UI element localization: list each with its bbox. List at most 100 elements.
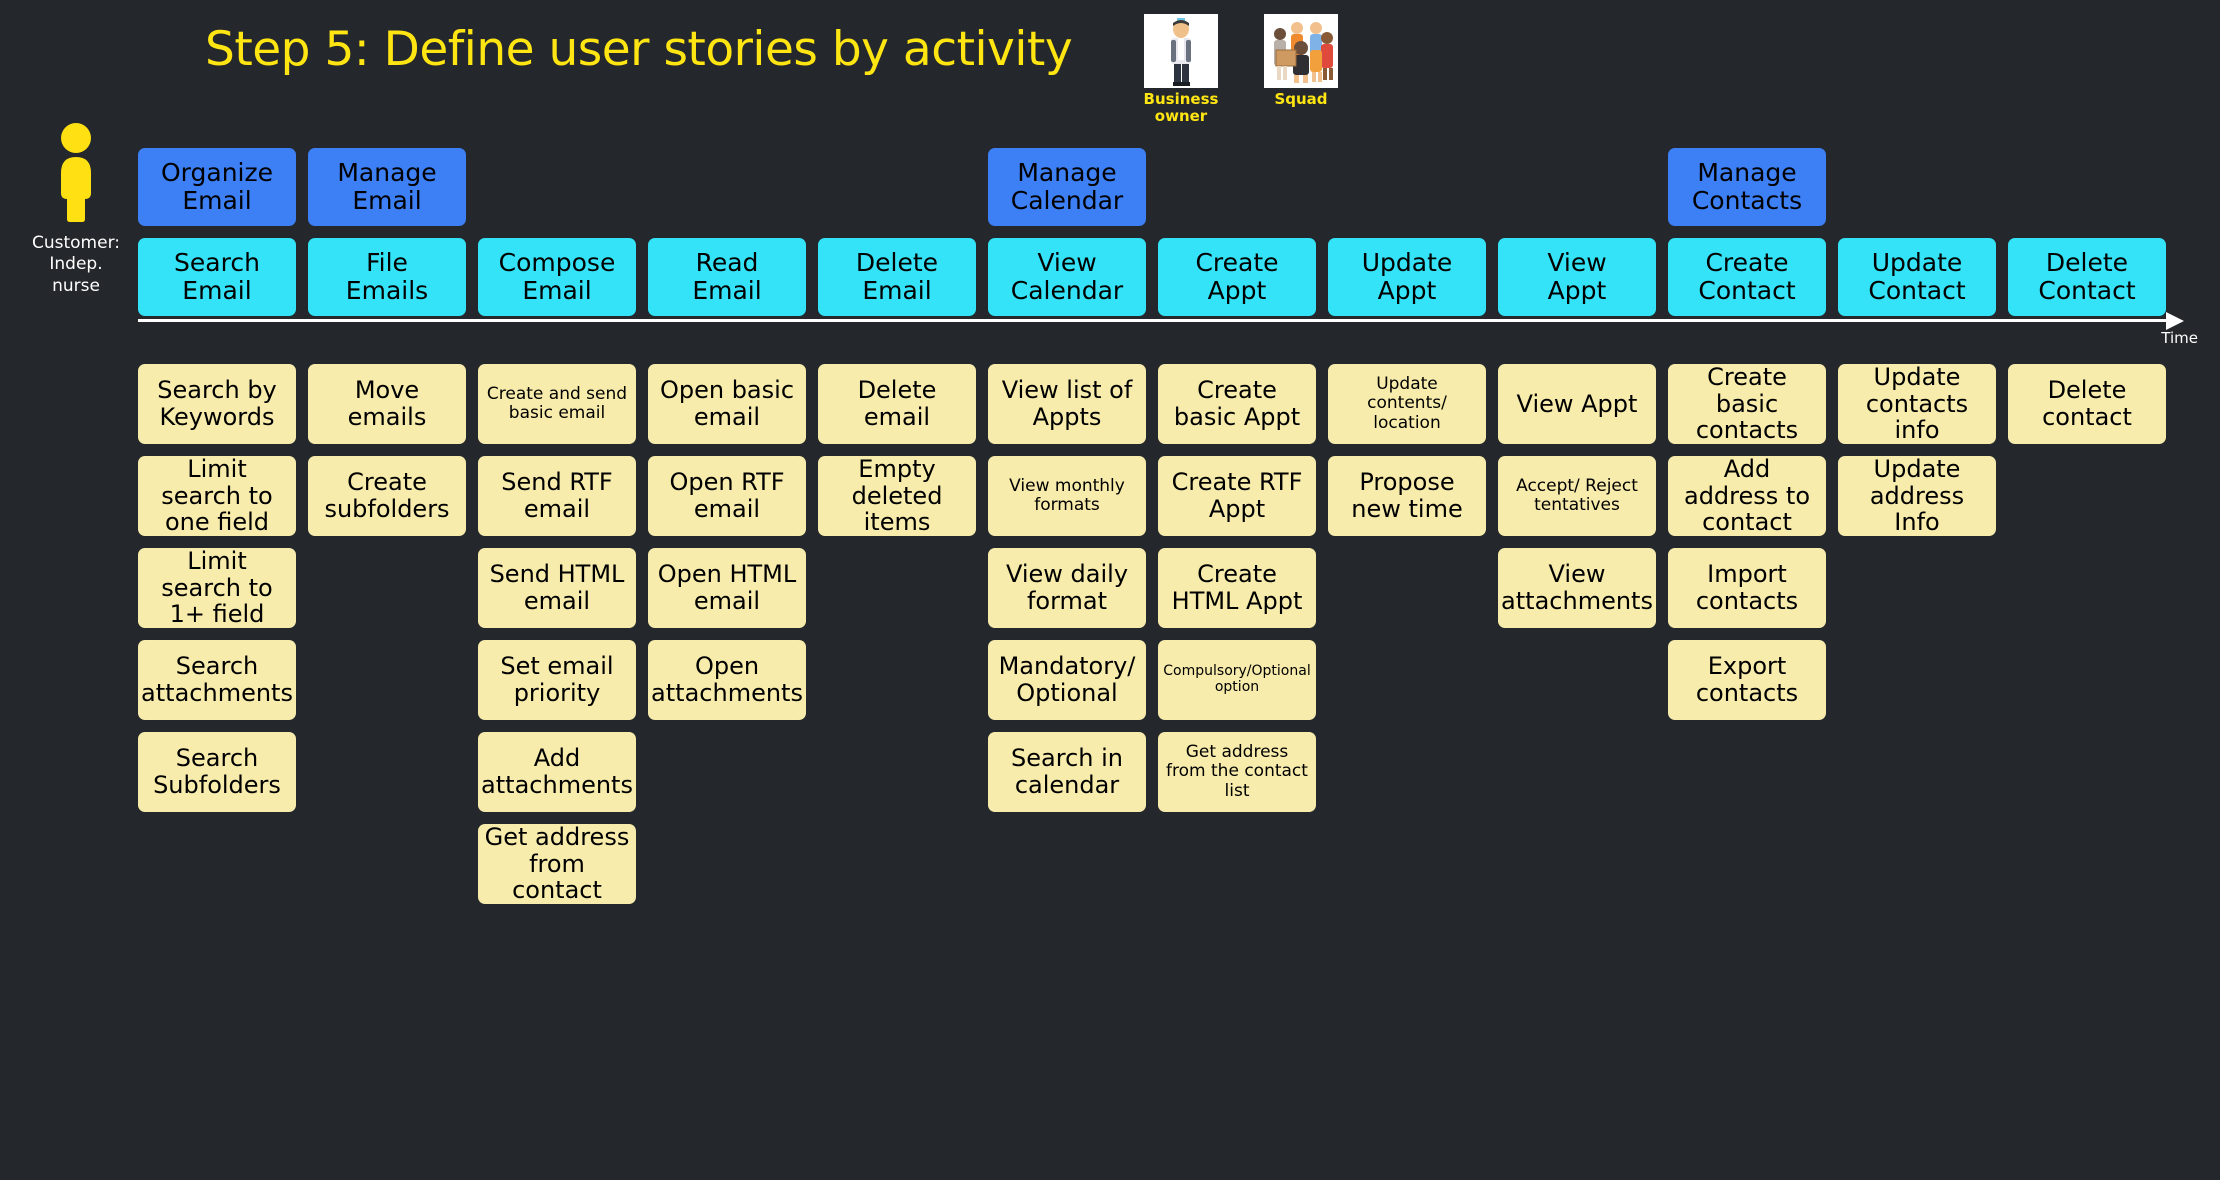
story-cell [1838, 640, 1996, 720]
story-card[interactable]: View list of Appts [988, 364, 1146, 444]
story-card[interactable]: Create subfolders [308, 456, 466, 536]
story-cell: Import contacts [1668, 548, 1826, 628]
story-cell [1838, 548, 1996, 628]
story-card[interactable]: Search attachments [138, 640, 296, 720]
story-card[interactable]: Open attachments [648, 640, 806, 720]
customer-persona-label: Customer: Indep. nurse [31, 233, 120, 296]
story-cell [1668, 824, 1826, 904]
story-row: Search by Keywords Move emails Create and … [138, 364, 2200, 444]
story-card[interactable]: Set email priority [478, 640, 636, 720]
task-card[interactable]: Update Appt [1328, 238, 1486, 316]
activity-card-placeholder [1838, 148, 1996, 226]
story-card[interactable]: Export contacts [1668, 640, 1826, 720]
story-card[interactable]: View daily format [988, 548, 1146, 628]
story-cell [308, 732, 466, 812]
story-card[interactable]: Compulsory/Optional option [1158, 640, 1316, 720]
task-cell: View Calendar [988, 238, 1146, 316]
story-card-placeholder [1328, 824, 1486, 904]
persona-squad: Squad [1260, 14, 1342, 108]
story-card[interactable]: Search in calendar [988, 732, 1146, 812]
story-card[interactable]: Open RTF email [648, 456, 806, 536]
story-cell: Search attachments [138, 640, 296, 720]
story-cell [1328, 824, 1486, 904]
story-card[interactable]: Propose new time [1328, 456, 1486, 536]
task-card[interactable]: View Calendar [988, 238, 1146, 316]
task-card[interactable]: File Emails [308, 238, 466, 316]
story-card[interactable]: Update contacts info [1838, 364, 1996, 444]
story-row: Limit search to 1+ field Send HTML email O… [138, 548, 2200, 628]
task-cell: Create Appt [1158, 238, 1316, 316]
story-cell: View Appt [1498, 364, 1656, 444]
story-cell [1498, 824, 1656, 904]
story-cell: Compulsory/Optional option [1158, 640, 1316, 720]
task-card[interactable]: View Appt [1498, 238, 1656, 316]
task-card[interactable]: Create Contact [1668, 238, 1826, 316]
story-cell: Export contacts [1668, 640, 1826, 720]
story-card[interactable]: Import contacts [1668, 548, 1826, 628]
activity-card[interactable]: Manage Contacts [1668, 148, 1826, 226]
task-card[interactable]: Read Email [648, 238, 806, 316]
story-card[interactable]: Limit search to one field [138, 456, 296, 536]
activity-card-placeholder [818, 148, 976, 226]
task-cell: Update Contact [1838, 238, 1996, 316]
story-card-placeholder [648, 732, 806, 812]
story-card-placeholder [2008, 456, 2166, 536]
story-cell [818, 548, 976, 628]
task-card[interactable]: Delete Contact [2008, 238, 2166, 316]
story-cell [818, 824, 976, 904]
task-cell: Delete Contact [2008, 238, 2166, 316]
task-card[interactable]: Search Email [138, 238, 296, 316]
story-cell: Add attachments [478, 732, 636, 812]
story-card[interactable]: View monthly formats [988, 456, 1146, 536]
story-card[interactable]: Create HTML Appt [1158, 548, 1316, 628]
story-card[interactable]: Update address Info [1838, 456, 1996, 536]
story-card[interactable]: Get address from the contact list [1158, 732, 1316, 812]
story-card[interactable]: Create RTF Appt [1158, 456, 1316, 536]
story-cell [2008, 640, 2166, 720]
story-card[interactable]: Search Subfolders [138, 732, 296, 812]
activity-card[interactable]: Organize Email [138, 148, 296, 226]
story-card[interactable]: Get address from contact [478, 824, 636, 904]
story-card[interactable]: View attachments [1498, 548, 1656, 628]
story-row: Limit search to one field Create subfolde… [138, 456, 2200, 536]
story-card[interactable]: Send HTML email [478, 548, 636, 628]
story-card[interactable]: View Appt [1498, 364, 1656, 444]
story-card[interactable]: Delete contact [2008, 364, 2166, 444]
story-card[interactable]: Create and send basic email [478, 364, 636, 444]
activity-cell [648, 148, 806, 226]
story-card[interactable]: Accept/ Reject tentatives [1498, 456, 1656, 536]
story-card[interactable]: Update contents/ location [1328, 364, 1486, 444]
story-card[interactable]: Create basic contacts [1668, 364, 1826, 444]
story-cell [308, 824, 466, 904]
story-cell [308, 640, 466, 720]
story-card[interactable]: Move emails [308, 364, 466, 444]
task-card[interactable]: Compose Email [478, 238, 636, 316]
story-card[interactable]: Create basic Appt [1158, 364, 1316, 444]
story-card[interactable]: Delete email [818, 364, 976, 444]
story-cell: View attachments [1498, 548, 1656, 628]
task-card[interactable]: Create Appt [1158, 238, 1316, 316]
squad-group-figure-icon [1264, 14, 1338, 88]
story-card[interactable]: Add address to contact [1668, 456, 1826, 536]
story-card[interactable]: Open HTML email [648, 548, 806, 628]
story-cell [1838, 732, 1996, 812]
task-card[interactable]: Update Contact [1838, 238, 1996, 316]
story-card-placeholder [308, 640, 466, 720]
story-card-placeholder [2008, 824, 2166, 904]
activity-card[interactable]: Manage Calendar [988, 148, 1146, 226]
story-card[interactable]: Empty deleted items [818, 456, 976, 536]
story-card[interactable]: Limit search to 1+ field [138, 548, 296, 628]
story-cell [1328, 640, 1486, 720]
story-card[interactable]: Search by Keywords [138, 364, 296, 444]
story-card[interactable]: Open basic email [648, 364, 806, 444]
task-card[interactable]: Delete Email [818, 238, 976, 316]
story-cell [2008, 732, 2166, 812]
story-cell: Limit search to one field [138, 456, 296, 536]
task-row: Search Email File Emails Compose Email Read Ema… [138, 238, 2200, 316]
story-card[interactable]: Send RTF email [478, 456, 636, 536]
story-card-placeholder [308, 548, 466, 628]
story-card[interactable]: Add attachments [478, 732, 636, 812]
story-card-placeholder [1498, 732, 1656, 812]
story-card[interactable]: Mandatory/ Optional [988, 640, 1146, 720]
activity-card[interactable]: Manage Email [308, 148, 466, 226]
